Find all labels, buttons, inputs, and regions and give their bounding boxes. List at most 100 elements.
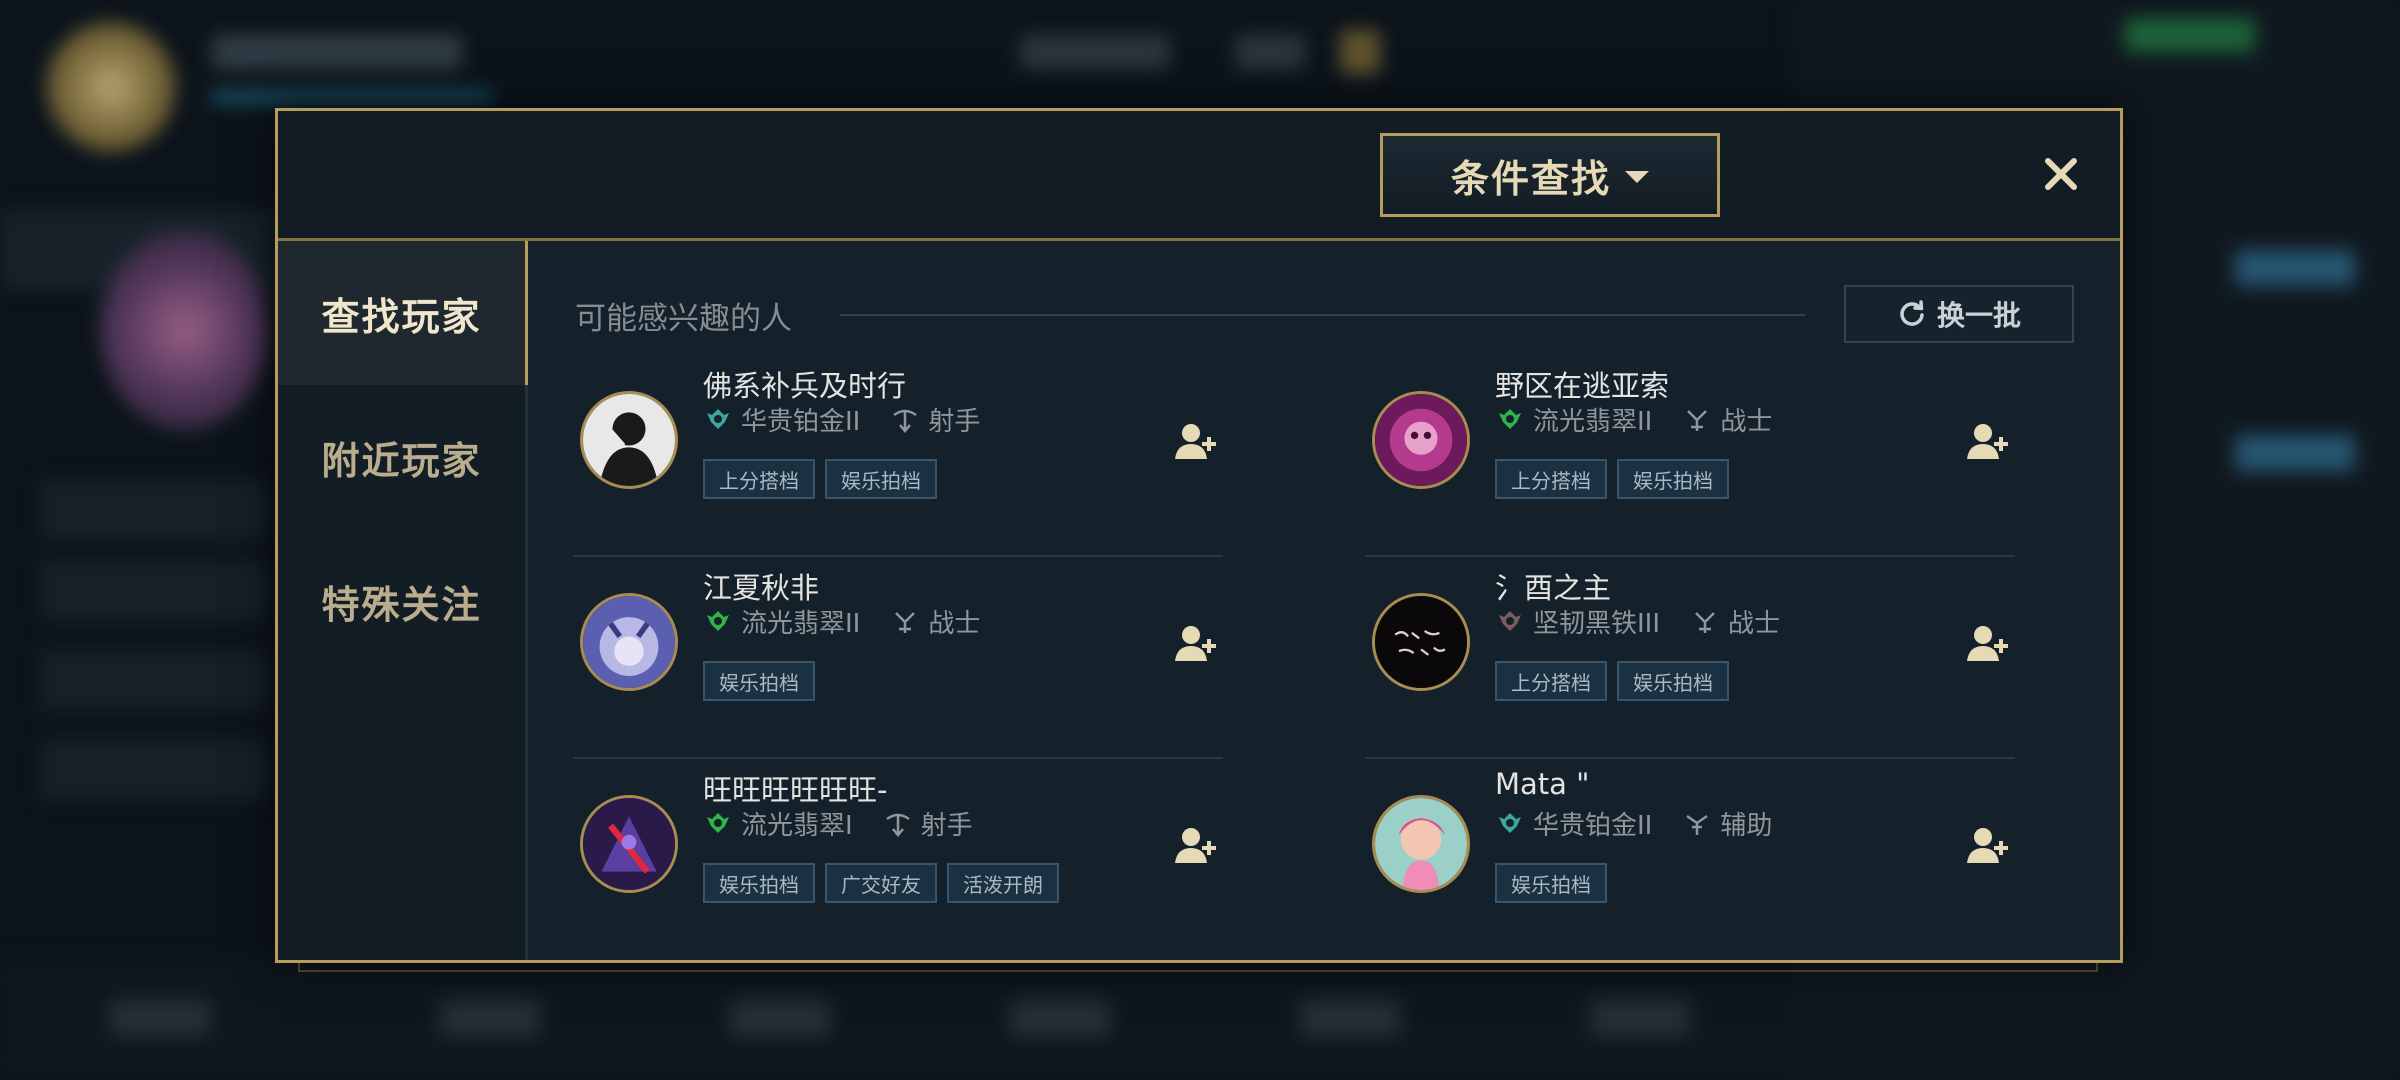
fighter-role-icon [895, 611, 916, 633]
player-meta: 坚韧黑铁III 战士 [1495, 603, 1780, 640]
player-name: 氵酉之主 [1495, 571, 1612, 605]
bg-list-row [40, 560, 270, 620]
bg-list-row [40, 650, 270, 710]
close-icon[interactable] [2036, 149, 2086, 199]
add-friend-icon[interactable] [1171, 821, 1221, 871]
player-avatar[interactable] [580, 391, 678, 489]
player-tag: 娱乐拍档 [825, 459, 937, 499]
bg-list-row [40, 740, 270, 800]
player-tag: 娱乐拍档 [703, 863, 815, 903]
player-name: 旺旺旺旺旺旺- [703, 773, 888, 807]
player-role: 辅助 [1720, 811, 1773, 841]
bg-chip [1020, 35, 1170, 69]
sidebar: 查找玩家 附近玩家 特殊关注 [278, 241, 528, 960]
add-friend-icon[interactable] [1171, 619, 1221, 669]
player-meta: 华贵铂金II 辅助 [1495, 805, 1772, 842]
bg-list-row [40, 480, 270, 540]
player-role: 战士 [1728, 609, 1781, 639]
player-tags: 上分搭档 娱乐拍档 [1495, 661, 1729, 701]
player-rank: 坚韧黑铁III [1533, 609, 1661, 639]
player-card[interactable]: 江夏秋非 流光翡翠II 战士 娱乐拍档 [573, 557, 1223, 759]
bg-chip [1340, 30, 1380, 74]
sidebar-item-nearby-players[interactable]: 附近玩家 [278, 385, 525, 529]
bg-xp-bar [212, 92, 492, 102]
player-avatar[interactable] [1372, 391, 1470, 489]
player-tags: 上分搭档 娱乐拍档 [1495, 459, 1729, 499]
platinum-rank-icon [707, 408, 729, 429]
recommended-players-panel: 可能感兴趣的人 换一批 佛系补兵及时行 华贵铂金II 射手 上分搭档 娱乐拍档 … [528, 241, 2120, 960]
player-avatar[interactable] [1372, 795, 1470, 893]
bg-dock-item [440, 1000, 540, 1036]
player-card[interactable]: 佛系补兵及时行 华贵铂金II 射手 上分搭档 娱乐拍档 [573, 355, 1223, 557]
player-name: 野区在逃亚索 [1495, 369, 1670, 403]
bg-chip [1235, 35, 1305, 69]
add-friend-icon[interactable] [1963, 619, 2013, 669]
player-name: Mata " [1495, 767, 1590, 801]
player-role: 射手 [928, 407, 981, 437]
section-title: 可能感兴趣的人 [575, 301, 792, 337]
player-tag: 上分搭档 [1495, 661, 1607, 701]
player-meta: 流光翡翠II 战士 [703, 603, 980, 640]
player-avatar[interactable] [580, 593, 678, 691]
platinum-rank-icon [1499, 812, 1521, 833]
player-rank: 流光翡翠II [741, 609, 861, 639]
player-card[interactable]: 旺旺旺旺旺旺- 流光翡翠I 射手 娱乐拍档 广交好友 活泼开朗 [573, 759, 1223, 961]
support-role-icon [1686, 814, 1709, 835]
player-meta: 流光翡翠I 射手 [703, 805, 973, 842]
bg-dock-item [1300, 1000, 1400, 1036]
player-rank: 华贵铂金II [1533, 811, 1653, 841]
player-tag: 上分搭档 [1495, 459, 1607, 499]
player-meta: 流光翡翠II 战士 [1495, 401, 1772, 438]
player-name: 江夏秋非 [703, 571, 820, 605]
player-tags: 娱乐拍档 [1495, 863, 1607, 903]
condition-search-label: 条件查找 [1450, 156, 1611, 201]
player-role: 战士 [1720, 407, 1773, 437]
player-avatar[interactable] [1372, 593, 1470, 691]
section-divider [840, 314, 1805, 316]
player-tag: 上分搭档 [703, 459, 815, 499]
bg-profile-avatar [46, 22, 176, 152]
bg-button [2235, 435, 2355, 471]
emerald-rank-icon [707, 812, 729, 833]
sidebar-item-label: 附近玩家 [321, 438, 482, 483]
player-card[interactable]: Mata " 华贵铂金II 辅助 娱乐拍档 [1365, 759, 2015, 961]
bg-profile-name [212, 35, 462, 69]
bg-bottom-dock [0, 960, 1790, 1080]
player-role: 战士 [928, 609, 981, 639]
fighter-role-icon [1687, 409, 1708, 431]
marksman-role-icon [893, 409, 918, 433]
player-rank: 华贵铂金II [741, 407, 861, 437]
dialog-header: 条件查找 [278, 111, 2120, 241]
marksman-role-icon [885, 813, 910, 837]
player-card[interactable]: 野区在逃亚索 流光翡翠II 战士 上分搭档 娱乐拍档 [1365, 355, 2015, 557]
condition-search-button[interactable]: 条件查找 [1380, 133, 1720, 217]
emerald-rank-icon [1499, 408, 1521, 429]
sidebar-item-find-players[interactable]: 查找玩家 [278, 241, 528, 385]
player-tag: 活泼开朗 [947, 863, 1059, 903]
player-tag: 娱乐拍档 [703, 661, 815, 701]
player-name: 佛系补兵及时行 [703, 369, 907, 403]
player-tag: 娱乐拍档 [1617, 459, 1729, 499]
bg-status [2125, 18, 2255, 52]
player-tags: 上分搭档 娱乐拍档 [703, 459, 937, 499]
caret-down-icon [1625, 171, 1649, 183]
bg-hero-art [100, 230, 270, 430]
bg-dock-item [1590, 1000, 1690, 1036]
add-friend-icon[interactable] [1171, 417, 1221, 467]
bg-dock-item [110, 1000, 210, 1036]
add-friend-icon[interactable] [1963, 821, 2013, 871]
bg-dock-item [730, 1000, 830, 1036]
add-friend-icon[interactable] [1963, 417, 2013, 467]
refresh-label: 换一批 [1936, 299, 2021, 332]
refresh-icon [1900, 300, 1924, 326]
player-tags: 娱乐拍档 [703, 661, 815, 701]
player-card[interactable]: 氵酉之主 坚韧黑铁III 战士 上分搭档 娱乐拍档 [1365, 557, 2015, 759]
sidebar-item-special-follow[interactable]: 特殊关注 [278, 529, 525, 673]
iron-rank-icon [1499, 610, 1521, 631]
player-rank: 流光翡翠I [741, 811, 853, 841]
player-role: 射手 [920, 811, 973, 841]
player-avatar[interactable] [580, 795, 678, 893]
refresh-button[interactable]: 换一批 [1844, 285, 2074, 343]
bg-dock-item [1010, 1000, 1110, 1036]
player-tag: 娱乐拍档 [1495, 863, 1607, 903]
